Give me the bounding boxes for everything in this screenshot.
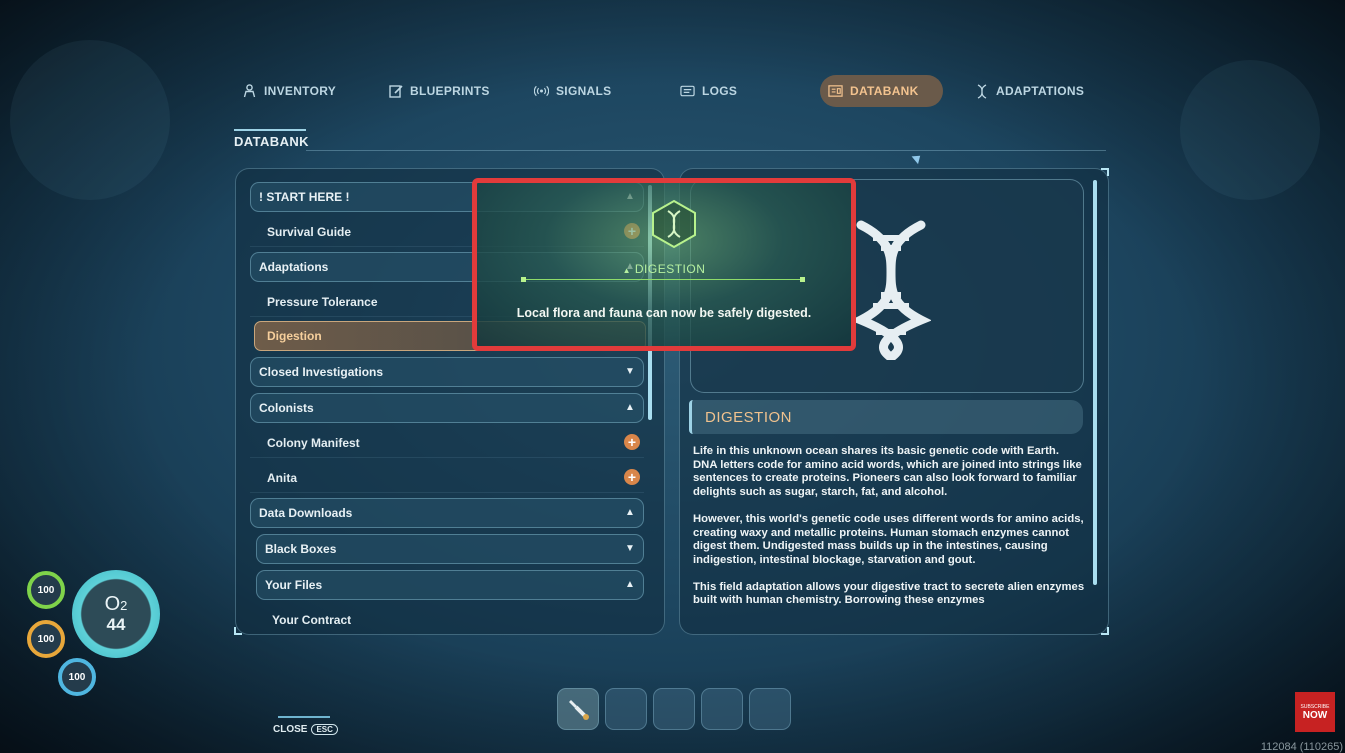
tab-logs[interactable]: LOGS <box>680 72 737 110</box>
detail-paragraph: This field adaptation allows your digest… <box>693 580 1085 607</box>
quick-slot[interactable] <box>749 688 791 730</box>
entry-your-contract[interactable]: Your Contract <box>250 605 644 634</box>
build-number: 112084 (110265) <box>1260 741 1343 753</box>
popup-divider <box>521 277 805 282</box>
mouse-cursor-icon <box>911 151 924 165</box>
popup-title: ▲ DIGESTION <box>477 262 851 276</box>
chevron-up-icon: ▲ <box>625 401 635 413</box>
blueprint-icon <box>388 84 403 99</box>
popup-title-text: DIGESTION <box>634 262 706 276</box>
tab-databank[interactable]: DATABANK <box>820 75 943 107</box>
entry-anita[interactable]: Anita + <box>250 463 644 493</box>
panel-corner <box>1101 627 1109 635</box>
detail-title: DIGESTION <box>689 400 1083 434</box>
subcategory-your-files[interactable]: Your Files ▲ <box>256 570 644 600</box>
entry-label: Data Downloads <box>259 506 353 520</box>
water-meter: 100 <box>58 658 96 696</box>
tab-signals[interactable]: SIGNALS <box>534 72 611 110</box>
close-accent-line <box>278 716 330 718</box>
entry-label: Closed Investigations <box>259 365 384 379</box>
dna-helix-icon <box>851 220 931 360</box>
section-title: DATABANK <box>234 134 309 149</box>
category-data-downloads[interactable]: Data Downloads ▲ <box>250 498 644 528</box>
repair-tool-icon <box>569 700 589 720</box>
chevron-up-icon: ▲ <box>625 506 635 518</box>
chevron-up-icon: ▲ <box>625 578 635 590</box>
top-tab-bar: INVENTORY BLUEPRINTS SIGNALS LOGS DATABA… <box>230 72 1110 110</box>
detail-paragraph: However, this world's genetic code uses … <box>693 512 1084 566</box>
chevron-down-icon: ▼ <box>625 365 635 377</box>
o2-symbol: O <box>104 593 121 615</box>
subcategory-black-boxes[interactable]: Black Boxes ▼ <box>256 534 644 564</box>
entry-label: Pressure Tolerance <box>267 294 378 309</box>
entry-label: Colonists <box>259 401 314 415</box>
quick-slot[interactable] <box>701 688 743 730</box>
section-accent-line <box>234 129 306 131</box>
signal-icon <box>534 84 549 99</box>
close-label: CLOSE <box>273 724 308 735</box>
dna-icon <box>974 83 989 99</box>
tab-label: DATABANK <box>850 84 919 98</box>
subscribe-badge: SUBSCRIBE NOW <box>1295 692 1335 732</box>
detail-scrollbar[interactable] <box>1093 180 1097 585</box>
food-value: 100 <box>37 633 55 645</box>
vignette <box>0 0 1345 753</box>
quick-slot[interactable] <box>653 688 695 730</box>
entry-colony-manifest[interactable]: Colony Manifest + <box>250 428 644 458</box>
food-meter: 100 <box>27 620 65 658</box>
popup-message: Local flora and fauna can now be safely … <box>516 306 812 320</box>
tab-label: ADAPTATIONS <box>996 84 1085 98</box>
detail-body: Life in this unknown ocean shares its ba… <box>693 445 1085 621</box>
entry-label: Digestion <box>267 329 322 343</box>
adaptation-unlocked-popup: ▲ DIGESTION Local flora and fauna can no… <box>472 178 856 351</box>
tab-label: INVENTORY <box>264 84 337 98</box>
panel-corner <box>234 627 242 635</box>
category-closed-investigations[interactable]: Closed Investigations ▼ <box>250 357 644 387</box>
entry-label: ! START HERE ! <box>259 190 350 204</box>
tab-label: SIGNALS <box>556 84 612 98</box>
entry-label: Your Files <box>265 578 323 592</box>
esc-key-badge: ESC <box>311 724 338 735</box>
tab-adaptations[interactable]: ADAPTATIONS <box>974 72 1084 110</box>
detail-paragraph: Life in this unknown ocean shares its ba… <box>693 445 1082 499</box>
panel-corner <box>1101 168 1109 176</box>
quick-slot-bar <box>557 688 791 730</box>
tab-label: LOGS <box>702 84 738 98</box>
databank-icon <box>828 84 843 99</box>
health-meter: 100 <box>27 571 65 609</box>
quick-slot[interactable] <box>605 688 647 730</box>
chevron-down-icon: ▼ <box>625 542 635 554</box>
close-button[interactable]: CLOSE ESC <box>273 724 338 735</box>
oxygen-meter: O2 44 <box>72 570 160 658</box>
health-value: 100 <box>37 584 55 596</box>
entry-label: Black Boxes <box>265 542 337 556</box>
new-entry-plus-icon: + <box>624 469 640 485</box>
tab-inventory[interactable]: INVENTORY <box>242 72 336 110</box>
oxygen-label: O2 <box>105 594 128 616</box>
background-bubble <box>10 40 170 200</box>
entry-label: Survival Guide <box>267 224 352 239</box>
person-icon <box>242 84 257 99</box>
new-entry-plus-icon: + <box>624 434 640 450</box>
water-value: 100 <box>68 671 86 683</box>
subscribe-now-text: NOW <box>1302 709 1328 721</box>
entry-label: Colony Manifest <box>267 435 360 450</box>
o2-subscript: 2 <box>120 598 128 613</box>
tab-blueprints[interactable]: BLUEPRINTS <box>388 72 490 110</box>
dna-hex-icon <box>652 199 696 249</box>
category-colonists[interactable]: Colonists ▲ <box>250 393 644 423</box>
entry-label: Anita <box>267 470 297 485</box>
section-divider <box>306 150 1106 151</box>
tab-label: BLUEPRINTS <box>410 84 490 98</box>
entry-label: Adaptations <box>259 260 329 274</box>
log-icon <box>680 84 695 99</box>
chevron-up-icon: ▲ <box>622 266 632 275</box>
oxygen-value: 44 <box>106 615 126 634</box>
entry-label: Your Contract <box>272 612 352 627</box>
background-bubble <box>1180 60 1320 200</box>
quick-slot[interactable] <box>557 688 599 730</box>
